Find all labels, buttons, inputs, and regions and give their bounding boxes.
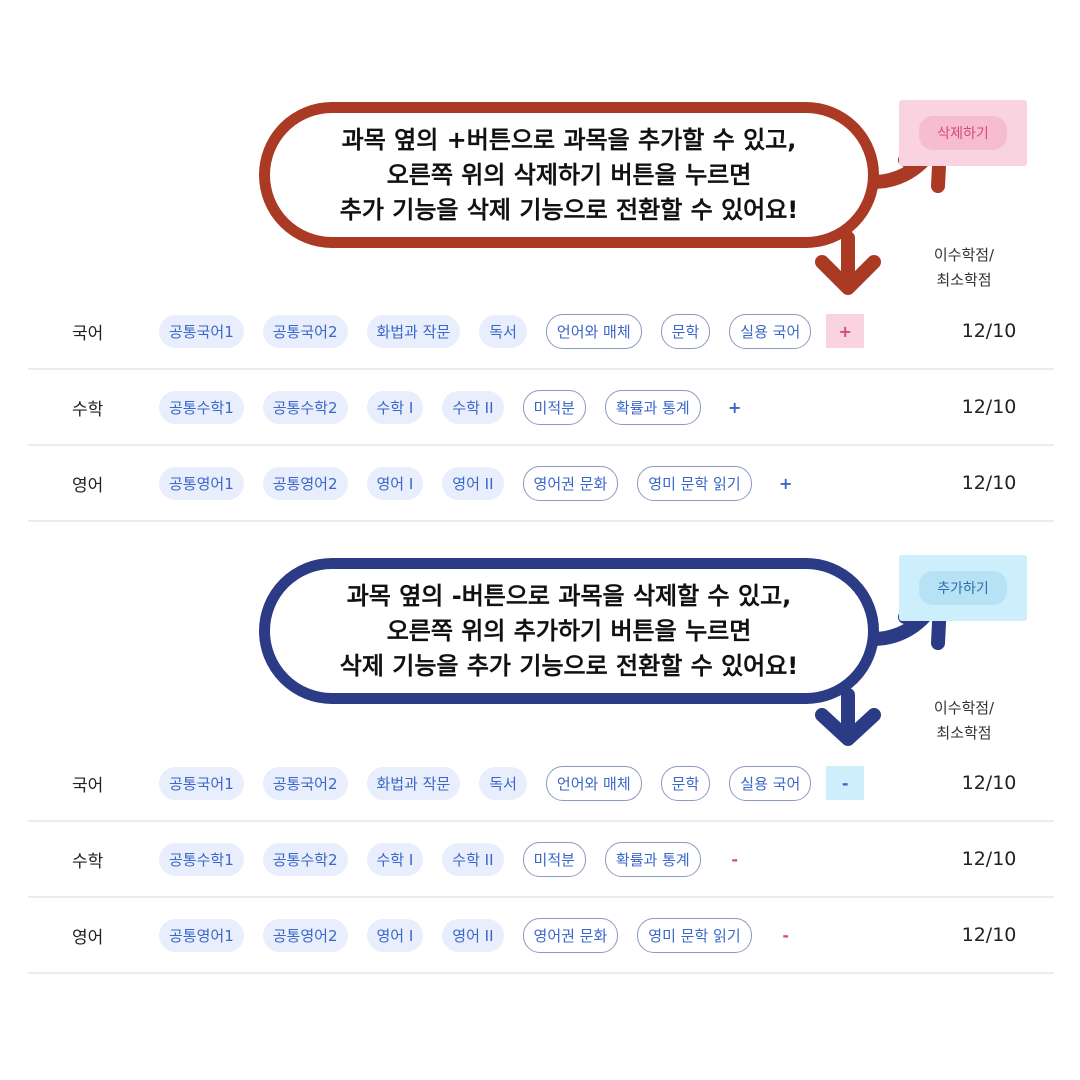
credit-value: 12/10: [961, 848, 1017, 870]
subject-name: 수학: [72, 399, 104, 420]
course-chip[interactable]: 공통영어1: [159, 466, 244, 500]
course-chip[interactable]: 영미 문학 읽기: [637, 917, 752, 953]
course-chip[interactable]: 언어와 매체: [545, 313, 642, 349]
course-chip[interactable]: 공통국어1: [159, 314, 244, 348]
course-chip[interactable]: 공통영어2: [262, 466, 348, 500]
course-chips: 공통영어1 공통영어2 영어 I 영어 II 영어권 문화 영미 문학 읽기 +: [159, 465, 805, 501]
delete-mode-button[interactable]: 삭제하기: [919, 116, 1007, 150]
subject-name: 국어: [72, 323, 104, 344]
course-chips: 공통국어1 공통국어2 화법과 작문 독서 언어와 매체 문학 실용 국어 -: [159, 765, 865, 801]
callout-line: 오른쪽 위의 추가하기 버튼을 누르면: [386, 616, 752, 645]
course-chip[interactable]: 화법과 작문: [366, 766, 461, 800]
delete-mode-section: 과목 옆의 -버튼으로 과목을 삭제할 수 있고, 오른쪽 위의 추가하기 버튼…: [0, 545, 1080, 1045]
credit-value: 12/10: [961, 772, 1017, 794]
callout-line: 오른쪽 위의 삭제하기 버튼을 누르면: [386, 160, 752, 189]
course-chip[interactable]: 실용 국어: [729, 765, 812, 801]
credit-header-line: 이수학점/: [933, 246, 995, 264]
course-chip[interactable]: 공통수학1: [159, 390, 244, 424]
credit-header: 이수학점/ 최소학점: [924, 243, 1004, 293]
course-chip[interactable]: 수학 I: [366, 390, 424, 424]
course-chip[interactable]: 공통국어2: [262, 766, 348, 800]
credit-header-line: 최소학점: [936, 271, 992, 289]
callout-line: 추가 기능을 삭제 기능으로 전환할 수 있어요!: [339, 195, 799, 224]
course-chip[interactable]: 영어 I: [366, 918, 424, 952]
callout-bubble: 과목 옆의 -버튼으로 과목을 삭제할 수 있고, 오른쪽 위의 추가하기 버튼…: [259, 558, 879, 704]
course-chip[interactable]: 문학: [660, 765, 711, 801]
credit-header-line: 최소학점: [936, 724, 992, 742]
course-chip[interactable]: 영어 II: [442, 918, 504, 952]
course-chip[interactable]: 공통수학1: [159, 842, 244, 876]
table-row: 영어 공통영어1 공통영어2 영어 I 영어 II 영어권 문화 영미 문학 읽…: [28, 898, 1054, 974]
remove-course-button[interactable]: -: [826, 766, 865, 800]
course-chip[interactable]: 화법과 작문: [366, 314, 461, 348]
course-chips: 공통국어1 공통국어2 화법과 작문 독서 언어와 매체 문학 실용 국어 +: [159, 313, 865, 349]
credit-value: 12/10: [961, 472, 1017, 494]
callout-bubble: 과목 옆의 +버튼으로 과목을 추가할 수 있고, 오른쪽 위의 삭제하기 버튼…: [259, 102, 879, 248]
course-chips: 공통수학1 공통수학2 수학 I 수학 II 미적분 확률과 통계 -: [159, 841, 754, 877]
remove-course-button[interactable]: -: [716, 842, 754, 876]
add-course-button[interactable]: +: [716, 390, 754, 424]
callout-line: 과목 옆의 +버튼으로 과목을 추가할 수 있고,: [341, 125, 797, 154]
course-chip[interactable]: 확률과 통계: [604, 389, 701, 425]
table-row: 수학 공통수학1 공통수학2 수학 I 수학 II 미적분 확률과 통계 + 1…: [28, 370, 1054, 446]
course-chip[interactable]: 언어와 매체: [545, 765, 642, 801]
course-chip[interactable]: 공통영어2: [262, 918, 348, 952]
add-mode-button[interactable]: 추가하기: [919, 571, 1007, 605]
course-chip[interactable]: 영미 문학 읽기: [637, 465, 752, 501]
table-row: 국어 공통국어1 공통국어2 화법과 작문 독서 언어와 매체 문학 실용 국어…: [28, 746, 1054, 822]
course-chip[interactable]: 확률과 통계: [604, 841, 701, 877]
subject-name: 영어: [72, 475, 104, 496]
course-chips: 공통수학1 공통수학2 수학 I 수학 II 미적분 확률과 통계 +: [159, 389, 754, 425]
subject-table: 국어 공통국어1 공통국어2 화법과 작문 독서 언어와 매체 문학 실용 국어…: [28, 746, 1054, 974]
course-chip[interactable]: 독서: [479, 766, 527, 800]
subject-table: 국어 공통국어1 공통국어2 화법과 작문 독서 언어와 매체 문학 실용 국어…: [28, 294, 1054, 522]
course-chip[interactable]: 영어권 문화: [522, 917, 619, 953]
callout-line: 삭제 기능을 추가 기능으로 전환할 수 있어요!: [339, 651, 799, 680]
credit-value: 12/10: [961, 396, 1017, 418]
add-mode-section: 과목 옆의 +버튼으로 과목을 추가할 수 있고, 오른쪽 위의 삭제하기 버튼…: [0, 0, 1080, 540]
add-course-button[interactable]: +: [826, 314, 865, 348]
credit-header: 이수학점/ 최소학점: [924, 696, 1004, 746]
course-chip[interactable]: 독서: [479, 314, 527, 348]
course-chip[interactable]: 수학 II: [442, 390, 504, 424]
course-chip[interactable]: 공통수학2: [262, 842, 348, 876]
course-chip[interactable]: 공통국어1: [159, 766, 244, 800]
course-chips: 공통영어1 공통영어2 영어 I 영어 II 영어권 문화 영미 문학 읽기 -: [159, 917, 805, 953]
course-chip[interactable]: 영어 II: [442, 466, 504, 500]
course-chip[interactable]: 공통영어1: [159, 918, 244, 952]
subject-name: 국어: [72, 775, 104, 796]
credit-header-line: 이수학점/: [933, 699, 995, 717]
table-row: 수학 공통수학1 공통수학2 수학 I 수학 II 미적분 확률과 통계 - 1…: [28, 822, 1054, 898]
course-chip[interactable]: 공통국어2: [262, 314, 348, 348]
course-chip[interactable]: 공통수학2: [262, 390, 348, 424]
credit-value: 12/10: [961, 924, 1017, 946]
course-chip[interactable]: 수학 II: [442, 842, 504, 876]
callout-line: 과목 옆의 -버튼으로 과목을 삭제할 수 있고,: [346, 581, 792, 610]
course-chip[interactable]: 미적분: [522, 389, 586, 425]
subject-name: 수학: [72, 851, 104, 872]
course-chip[interactable]: 영어권 문화: [522, 465, 619, 501]
subject-name: 영어: [72, 927, 104, 948]
course-chip[interactable]: 실용 국어: [729, 313, 812, 349]
credit-value: 12/10: [961, 320, 1017, 342]
table-row: 영어 공통영어1 공통영어2 영어 I 영어 II 영어권 문화 영미 문학 읽…: [28, 446, 1054, 522]
delete-mode-highlight: 삭제하기: [899, 100, 1027, 166]
course-chip[interactable]: 문학: [660, 313, 711, 349]
course-chip[interactable]: 미적분: [522, 841, 586, 877]
remove-course-button[interactable]: -: [767, 918, 805, 952]
add-course-button[interactable]: +: [767, 466, 805, 500]
course-chip[interactable]: 수학 I: [366, 842, 424, 876]
table-row: 국어 공통국어1 공통국어2 화법과 작문 독서 언어와 매체 문학 실용 국어…: [28, 294, 1054, 370]
course-chip[interactable]: 영어 I: [366, 466, 424, 500]
add-mode-highlight: 추가하기: [899, 555, 1027, 621]
